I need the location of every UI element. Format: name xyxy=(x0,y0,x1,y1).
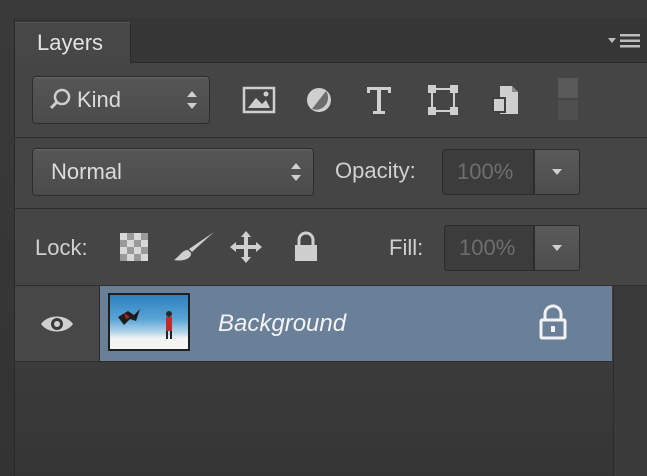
layer-row[interactable]: Background xyxy=(15,286,612,362)
layer-visibility-toggle[interactable] xyxy=(15,286,100,361)
fill-label: Fill: xyxy=(389,235,424,260)
lock-label: Lock: xyxy=(35,235,88,260)
filter-toggle-switch[interactable] xyxy=(558,78,578,120)
fill-dropdown-button[interactable] xyxy=(534,225,580,271)
chevron-updown-icon xyxy=(291,163,301,181)
lock-all-icon[interactable] xyxy=(289,229,323,265)
filter-kind-label: Kind xyxy=(77,87,122,112)
chevron-down-icon xyxy=(552,245,562,251)
search-icon xyxy=(47,77,73,139)
layer-main-area[interactable]: Background xyxy=(100,286,612,361)
tab-layers[interactable]: Layers xyxy=(15,22,131,63)
fill-input[interactable]: 100% xyxy=(444,225,534,271)
lock-position-icon[interactable] xyxy=(229,229,263,265)
layers-panel: Layers Kind Normal Opacity: 100% Lock: F… xyxy=(14,18,647,476)
lock-icon xyxy=(539,304,567,340)
lock-bar: Lock: Fill: 100% xyxy=(15,209,647,286)
pixel-layer-filter-icon[interactable] xyxy=(239,76,279,124)
lock-transparent-pixels-icon[interactable] xyxy=(117,229,151,265)
eye-icon xyxy=(41,316,73,331)
layer-list-scrollbar[interactable] xyxy=(613,286,647,476)
opacity-label: Opacity: xyxy=(335,158,416,183)
filter-bar: Kind xyxy=(15,63,647,138)
adjustment-layer-filter-icon[interactable] xyxy=(299,76,339,124)
opacity-input[interactable]: 100% xyxy=(442,149,534,195)
smart-object-filter-icon[interactable] xyxy=(485,76,525,124)
type-layer-filter-icon[interactable] xyxy=(359,76,399,124)
layer-thumbnail xyxy=(108,293,190,351)
lock-image-pixels-icon[interactable] xyxy=(170,229,218,265)
blend-mode-select[interactable]: Normal xyxy=(32,148,314,196)
window-frame: Layers Kind Normal Opacity: 100% Lock: F… xyxy=(0,0,647,476)
chevron-down-icon xyxy=(552,169,562,175)
panel-menu-icon[interactable] xyxy=(602,28,642,54)
tab-layers-label: Layers xyxy=(37,30,104,55)
chevron-updown-icon xyxy=(187,91,197,109)
layer-name[interactable]: Background xyxy=(218,286,346,361)
blend-bar: Normal Opacity: 100% xyxy=(15,138,647,209)
filter-kind-select[interactable]: Kind xyxy=(32,76,210,124)
opacity-dropdown-button[interactable] xyxy=(534,149,580,195)
panel-tab-bar: Layers xyxy=(15,18,647,63)
blend-mode-value: Normal xyxy=(51,159,122,184)
shape-layer-filter-icon[interactable] xyxy=(423,76,463,124)
layer-list: Background xyxy=(15,286,647,476)
